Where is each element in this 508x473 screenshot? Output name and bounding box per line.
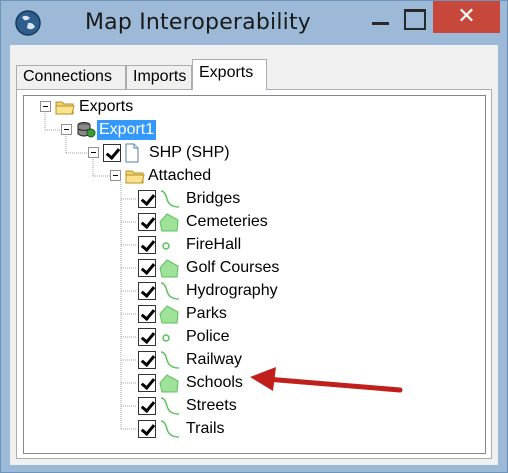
close-button[interactable]: ✕ <box>433 1 500 33</box>
annotation-arrow <box>250 367 403 393</box>
map-interoperability-window: Map Interoperability ✕ Connections Impor… <box>0 0 508 473</box>
tab-connections[interactable]: Connections <box>16 65 126 89</box>
minimize-button[interactable] <box>366 5 396 33</box>
title-bar[interactable]: Map Interoperability ✕ <box>1 1 507 45</box>
exports-tree-view[interactable]: Exports Export1 SHP (SHP) Attached Bridg… <box>23 95 486 454</box>
globe-app-icon <box>15 10 41 36</box>
exports-tab-panel: Exports Export1 SHP (SHP) Attached Bridg… <box>16 89 492 459</box>
tab-imports[interactable]: Imports <box>126 65 192 89</box>
dialog-client-area: Connections Imports Exports Exports Expo… <box>10 45 498 465</box>
tab-exports[interactable]: Exports <box>192 59 267 90</box>
maximize-button[interactable] <box>398 5 430 33</box>
window-title: Map Interoperability <box>85 10 312 35</box>
